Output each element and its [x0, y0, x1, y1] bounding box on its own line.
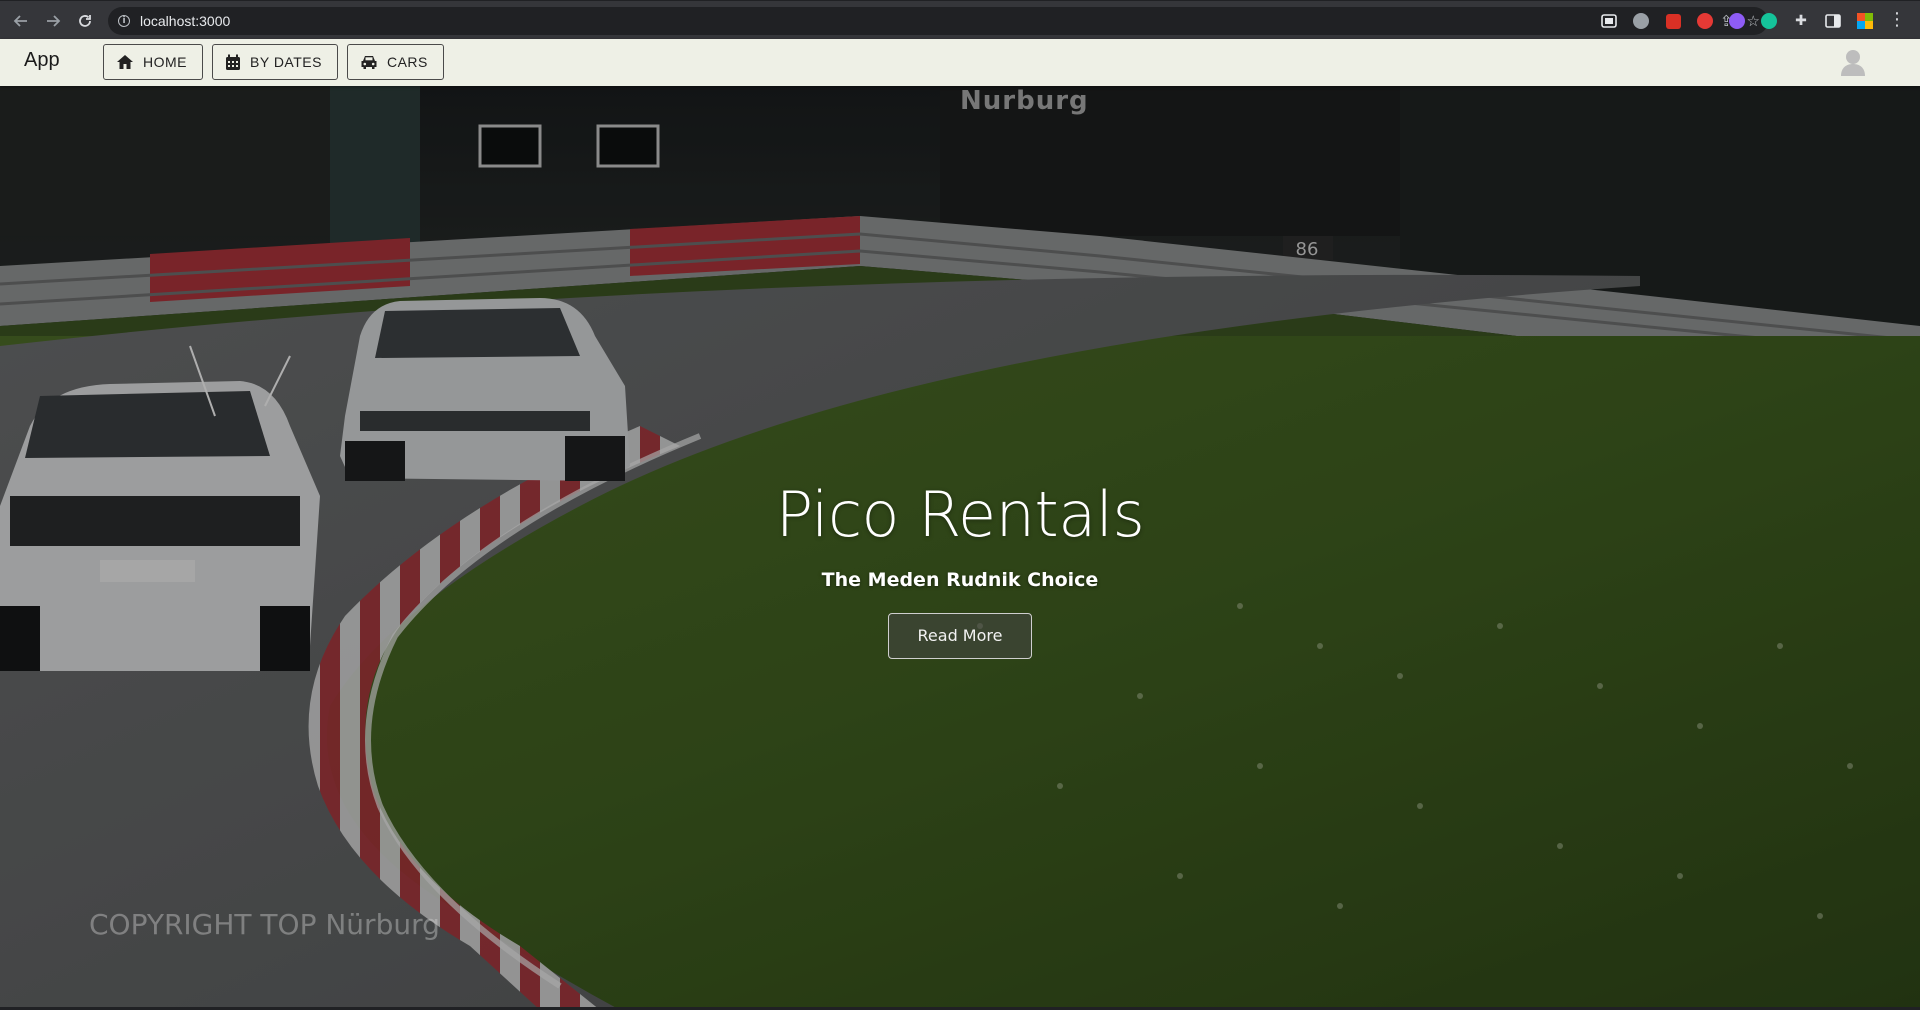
- home-icon: [117, 55, 133, 69]
- hero-subtitle: The Meden Rudnik Choice: [821, 569, 1099, 591]
- home-button-label: HOME: [143, 54, 187, 70]
- screen-capture-icon[interactable]: [1598, 10, 1620, 32]
- hero-content: Pico Rentals The Meden Rudnik Choice Rea…: [0, 478, 1920, 659]
- car-icon: [361, 56, 377, 69]
- copyright-watermark: COPYRIGHT TOP Nürburg: [89, 908, 440, 941]
- browser-toolbar: i localhost:3000 ⤓ ⇪ ☆ ✚: [0, 0, 1920, 39]
- puzzle-extensions-icon[interactable]: ✚: [1790, 10, 1812, 32]
- extension-purple-icon[interactable]: [1726, 10, 1748, 32]
- cars-button[interactable]: CARS: [346, 44, 444, 80]
- app-bar: App HOME BY DATES CARS: [0, 39, 1920, 86]
- read-more-button[interactable]: Read More: [888, 613, 1032, 659]
- by-dates-button[interactable]: BY DATES: [212, 44, 338, 80]
- by-dates-button-label: BY DATES: [250, 54, 322, 70]
- extension-redshield-icon[interactable]: [1694, 10, 1716, 32]
- site-info-icon[interactable]: i: [118, 15, 130, 27]
- reload-icon[interactable]: [72, 8, 98, 34]
- grammarly-icon[interactable]: [1758, 10, 1780, 32]
- calendar-icon: [226, 54, 240, 70]
- cars-button-label: CARS: [386, 54, 428, 70]
- extension-red-icon[interactable]: [1662, 10, 1684, 32]
- app-title: App: [24, 49, 60, 71]
- forward-arrow-icon[interactable]: [40, 8, 66, 34]
- home-button[interactable]: HOME: [103, 44, 203, 80]
- user-avatar-icon[interactable]: [1840, 48, 1866, 76]
- profile-flag-icon[interactable]: [1854, 10, 1876, 32]
- back-arrow-icon[interactable]: [8, 8, 34, 34]
- address-bar[interactable]: i localhost:3000 ⤓ ⇪ ☆: [108, 7, 1768, 35]
- main-nav: HOME BY DATES CARS: [103, 44, 444, 80]
- url-text[interactable]: localhost:3000: [140, 13, 230, 29]
- side-panel-icon[interactable]: [1822, 10, 1844, 32]
- top-watermark: Nurburg: [960, 86, 1089, 116]
- extension-gray-icon[interactable]: [1630, 10, 1652, 32]
- browser-menu-icon[interactable]: ⋮: [1888, 9, 1906, 30]
- hero-title: Pico Rentals: [775, 478, 1145, 551]
- hero-section: 86 Nurburg Pico Rentals The Meden Rudnik…: [0, 86, 1920, 1010]
